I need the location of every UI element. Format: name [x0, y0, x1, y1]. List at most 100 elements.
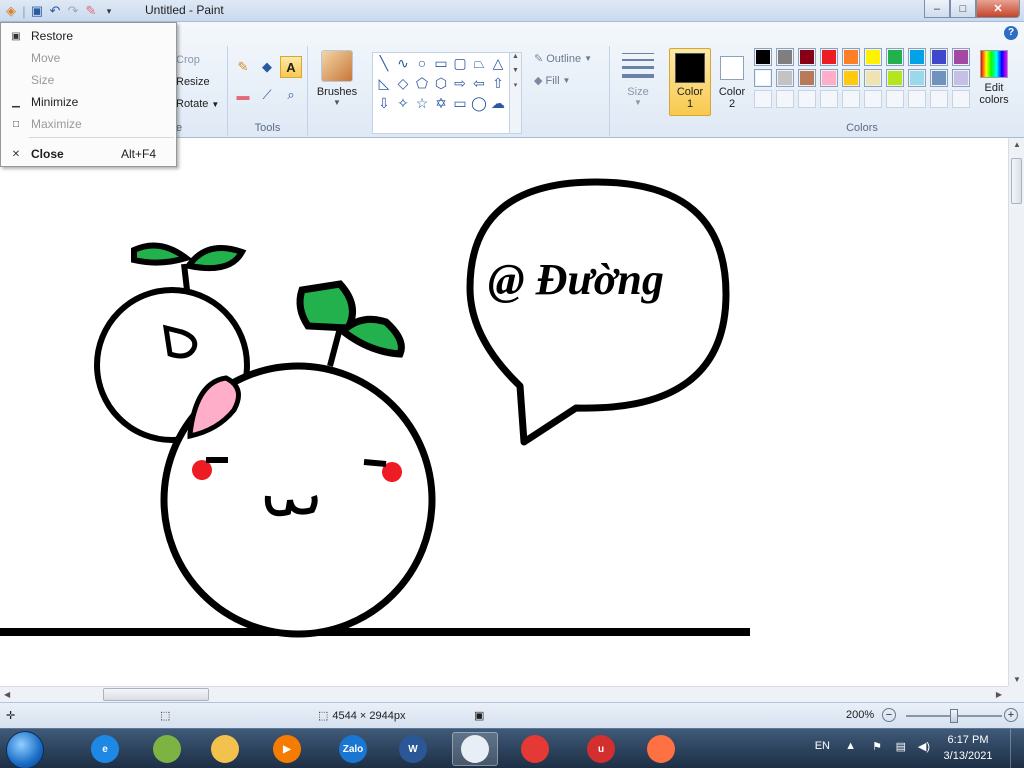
crop-button[interactable]: Crop: [176, 54, 200, 66]
callout-rect-shape-icon[interactable]: ▭: [452, 95, 468, 111]
fill-button[interactable]: ◆ Fill ▼: [534, 74, 570, 88]
palette-swatch[interactable]: [952, 69, 970, 87]
four-point-star-shape-icon[interactable]: ✧: [395, 95, 411, 111]
palette-swatch[interactable]: [886, 48, 904, 66]
vertical-scrollbar[interactable]: ▲ ▼: [1008, 138, 1024, 686]
zoom-out-button[interactable]: −: [882, 708, 896, 722]
resize-button[interactable]: Resize: [176, 76, 210, 88]
scroll-up-icon[interactable]: ▲: [1013, 140, 1021, 149]
drawing-canvas[interactable]: @ Đường: [0, 138, 1008, 686]
hexagon-shape-icon[interactable]: ⬡: [433, 75, 449, 91]
line-shape-icon[interactable]: ╲: [376, 55, 392, 71]
palette-swatch[interactable]: [776, 69, 794, 87]
custom-color-slot[interactable]: [864, 90, 882, 108]
curve-shape-icon[interactable]: ∿: [395, 55, 411, 71]
right-triangle-shape-icon[interactable]: ◺: [376, 75, 392, 91]
zoom-slider-thumb[interactable]: [950, 709, 958, 723]
text-tool-icon[interactable]: A: [280, 56, 302, 78]
palette-swatch[interactable]: [886, 69, 904, 87]
show-hidden-icons-icon[interactable]: ▲: [845, 740, 856, 752]
rounded-rectangle-shape-icon[interactable]: ▢: [452, 55, 468, 71]
palette-swatch[interactable]: [842, 48, 860, 66]
custom-color-slot[interactable]: [798, 90, 816, 108]
palette-swatch[interactable]: [908, 69, 926, 87]
save-icon[interactable]: ▣: [28, 2, 46, 20]
custom-color-slot[interactable]: [820, 90, 838, 108]
up-arrow-shape-icon[interactable]: ⇧: [490, 75, 506, 91]
scroll-down-icon[interactable]: ▼: [1013, 675, 1021, 684]
palette-swatch[interactable]: [798, 69, 816, 87]
clock-date[interactable]: 3/13/2021: [938, 750, 998, 762]
palette-swatch[interactable]: [908, 48, 926, 66]
taskbar-paint[interactable]: [452, 732, 498, 766]
custom-color-slot[interactable]: [930, 90, 948, 108]
oval-shape-icon[interactable]: ○: [414, 55, 430, 71]
menu-item-minimize[interactable]: ▁ Minimize: [1, 91, 176, 113]
paint-app-icon[interactable]: ◈: [2, 2, 20, 20]
color2-button[interactable]: Color 2: [712, 48, 752, 116]
color-picker-icon[interactable]: ⟋: [256, 84, 278, 106]
horizontal-scrollbar[interactable]: ◀ ▶: [0, 686, 1008, 702]
menu-item-close[interactable]: ✕ Close Alt+F4: [1, 143, 176, 165]
edit-colors-button[interactable]: Edit colors: [974, 50, 1014, 116]
palette-swatch[interactable]: [930, 48, 948, 66]
start-button[interactable]: [6, 731, 44, 768]
zoom-slider[interactable]: [906, 709, 1002, 723]
rotate-button[interactable]: Rotate ▼: [176, 98, 219, 110]
diamond-shape-icon[interactable]: ◇: [395, 75, 411, 91]
close-button[interactable]: ✕: [976, 0, 1020, 18]
custom-color-slot[interactable]: [776, 90, 794, 108]
zoom-in-button[interactable]: +: [1004, 708, 1018, 722]
taskbar-media-player[interactable]: ▶: [264, 732, 310, 766]
callout-cloud-shape-icon[interactable]: ☁: [490, 95, 506, 111]
clock-time[interactable]: 6:17 PM: [938, 734, 998, 746]
palette-swatch[interactable]: [952, 48, 970, 66]
palette-swatch[interactable]: [820, 69, 838, 87]
taskbar-chrome[interactable]: [512, 732, 558, 766]
brushes-button[interactable]: Brushes ▼: [314, 50, 360, 132]
maximize-button[interactable]: □: [950, 0, 976, 18]
taskbar-color-app[interactable]: [638, 732, 684, 766]
palette-swatch[interactable]: [754, 48, 772, 66]
palette-swatch[interactable]: [798, 48, 816, 66]
taskbar-zalo[interactable]: Zalo: [330, 732, 376, 766]
minimize-button[interactable]: –: [924, 0, 950, 18]
redo-icon[interactable]: ↷: [64, 2, 82, 20]
show-desktop-button[interactable]: [1010, 729, 1024, 768]
callout-oval-shape-icon[interactable]: ◯: [471, 95, 487, 111]
five-point-star-shape-icon[interactable]: ☆: [414, 95, 430, 111]
palette-swatch[interactable]: [754, 69, 772, 87]
palette-swatch[interactable]: [864, 69, 882, 87]
palette-swatch[interactable]: [842, 69, 860, 87]
help-icon[interactable]: ?: [1004, 26, 1018, 40]
palette-swatch[interactable]: [864, 48, 882, 66]
color1-button[interactable]: Color 1: [669, 48, 711, 116]
right-arrow-shape-icon[interactable]: ⇨: [452, 75, 468, 91]
taskbar-vnc-app[interactable]: [144, 732, 190, 766]
horizontal-scroll-thumb[interactable]: [103, 688, 209, 701]
pentagon-shape-icon[interactable]: ⬠: [414, 75, 430, 91]
magnifier-icon[interactable]: ⌕: [280, 84, 302, 106]
left-arrow-shape-icon[interactable]: ⇦: [471, 75, 487, 91]
fill-bucket-icon[interactable]: ◆: [256, 56, 278, 78]
rectangle-shape-icon[interactable]: ▭: [433, 55, 449, 71]
custom-color-slot[interactable]: [842, 90, 860, 108]
shapes-scroll[interactable]: ▲ ▼ ▾: [509, 53, 521, 133]
palette-swatch[interactable]: [930, 69, 948, 87]
volume-icon[interactable]: ◀): [918, 740, 930, 753]
eraser-icon[interactable]: ✎: [82, 2, 100, 20]
size-button[interactable]: Size ▼: [618, 50, 658, 132]
scroll-left-icon[interactable]: ◀: [4, 690, 10, 699]
eraser-tool-icon[interactable]: ▬: [232, 84, 254, 106]
custom-color-slot[interactable]: [908, 90, 926, 108]
custom-color-slot[interactable]: [886, 90, 904, 108]
taskbar-file-explorer[interactable]: [202, 732, 248, 766]
custom-color-slot[interactable]: [952, 90, 970, 108]
pencil-icon[interactable]: ✎: [232, 56, 254, 78]
vertical-scroll-thumb[interactable]: [1011, 158, 1022, 204]
taskbar-word[interactable]: W: [390, 732, 436, 766]
taskbar-internet-explorer[interactable]: e: [82, 732, 128, 766]
custom-color-slot[interactable]: [754, 90, 772, 108]
menu-item-restore[interactable]: ▣ Restore: [1, 25, 176, 47]
scroll-right-icon[interactable]: ▶: [996, 690, 1002, 699]
